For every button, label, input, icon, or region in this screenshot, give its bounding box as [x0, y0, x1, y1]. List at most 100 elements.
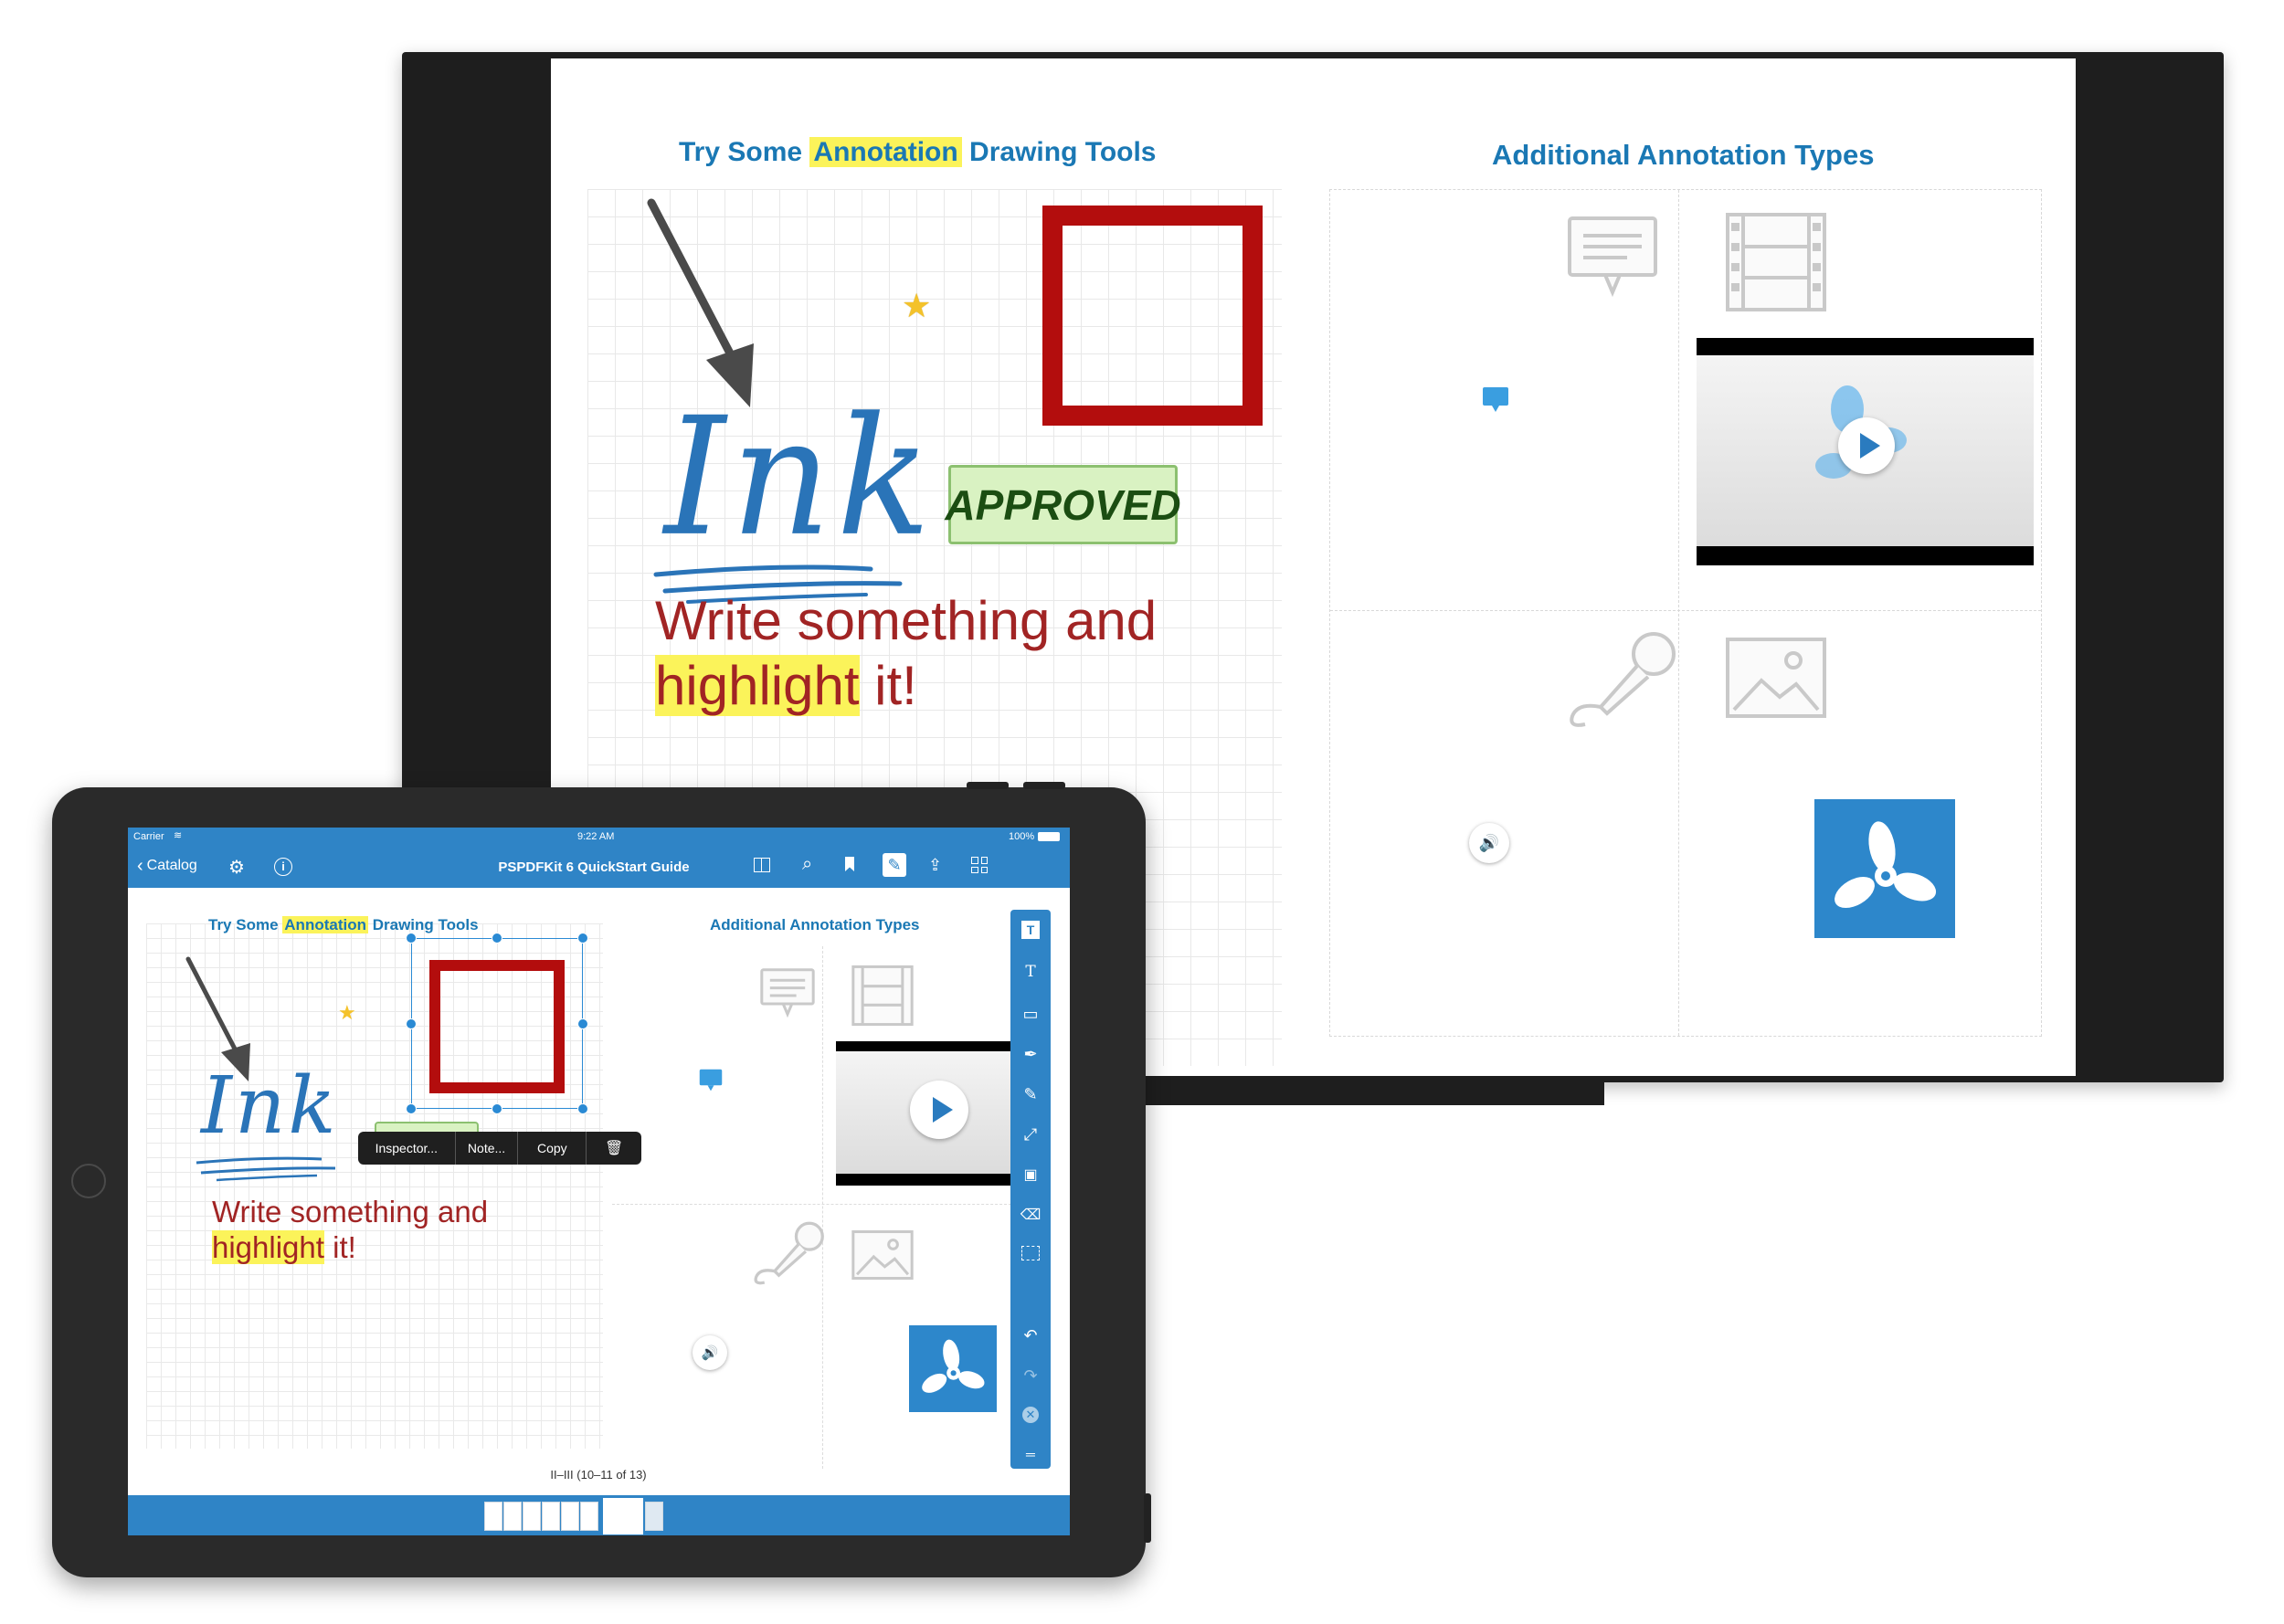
- document-title: PSPDFKit 6 QuickStart Guide: [498, 859, 690, 875]
- tablet-star-icon[interactable]: ★: [338, 1001, 356, 1025]
- tablet-film-icon: [851, 965, 914, 1027]
- annotation-mode-icon[interactable]: ✎: [883, 853, 906, 877]
- page-thumbnail[interactable]: [503, 1502, 522, 1531]
- freetext-annotation[interactable]: Write something and highlight it!: [655, 589, 1157, 719]
- tablet-title-pre: Try Some: [208, 916, 279, 933]
- image-tool-icon: ▣: [1023, 1167, 1038, 1183]
- battery-icon: [1038, 832, 1060, 841]
- video-annotation[interactable]: [1697, 338, 2034, 565]
- tablet-freetext-annotation[interactable]: Write something and highlight it!: [212, 1195, 488, 1266]
- resize-handle[interactable]: [406, 1018, 417, 1029]
- tablet-title-drawing-tools: Try Some Annotation Drawing Tools: [208, 916, 479, 934]
- resize-handle[interactable]: [492, 933, 502, 944]
- share-icon[interactable]: ⇪: [928, 856, 942, 875]
- sound-annotation[interactable]: 🔊: [1469, 823, 1509, 863]
- text-tool[interactable]: T: [1010, 963, 1051, 981]
- tablet-note-annotation-icon[interactable]: [698, 1068, 724, 1093]
- image-tool[interactable]: ▣: [1010, 1165, 1051, 1184]
- toolbar-drag-handle[interactable]: ═: [1010, 1447, 1051, 1461]
- note-annotation-icon[interactable]: [1481, 385, 1510, 415]
- back-button[interactable]: ‹ Catalog: [137, 856, 197, 876]
- line-tool[interactable]: ⤢: [1010, 1125, 1051, 1144]
- clock-label: 9:22 AM: [577, 831, 615, 842]
- page-thumbnail[interactable]: [484, 1502, 502, 1531]
- battery-label: 100%: [1009, 831, 1035, 842]
- tablet-write-rest: it!: [323, 1229, 356, 1264]
- square-annotation[interactable]: [1042, 206, 1263, 426]
- context-menu: Inspector... Note... Copy 🗑: [358, 1132, 641, 1165]
- write-line-1: Write something and: [655, 590, 1158, 651]
- carrier-label: Carrier: [133, 831, 164, 842]
- film-icon: [1726, 213, 1826, 311]
- trash-icon: 🗑: [604, 1141, 624, 1156]
- highlight-word: highlight: [655, 654, 860, 716]
- gear-icon[interactable]: ⚙: [228, 856, 245, 879]
- highlighter-tool[interactable]: ✎: [1010, 1085, 1051, 1104]
- tablet-volume-buttons: [967, 782, 1067, 789]
- line-icon: ⤢: [1023, 1125, 1038, 1144]
- tablet-speaker-icon: 🔊: [701, 1345, 719, 1361]
- pspdfkit-logo: [1814, 799, 1955, 938]
- close-toolbar-button[interactable]: ✕: [1010, 1407, 1051, 1423]
- page-thumbnail[interactable]: [645, 1502, 663, 1531]
- resize-handle[interactable]: [577, 1018, 588, 1029]
- play-icon: [1860, 433, 1880, 459]
- page-thumbnail[interactable]: [523, 1502, 541, 1531]
- delete-menu-item[interactable]: 🗑: [587, 1132, 641, 1165]
- write-line-2: highlight it!: [655, 654, 1157, 719]
- resize-handle[interactable]: [406, 933, 417, 944]
- undo-button[interactable]: ↶: [1010, 1326, 1051, 1345]
- section-title-drawing-tools: Try Some Annotation Drawing Tools: [679, 137, 1157, 168]
- tablet-pspdfkit-logo: [909, 1325, 997, 1412]
- resize-handle[interactable]: [406, 1103, 417, 1114]
- eraser-icon: ⌫: [1020, 1207, 1042, 1223]
- annotation-toolbar: T T ▭ ✒ ✎ ⤢ ▣ ⌫ ↶ ↷ ✕ ═: [1010, 910, 1051, 1469]
- chevron-left-icon: ‹: [137, 856, 143, 876]
- page-thumbnail[interactable]: [580, 1502, 598, 1531]
- approved-stamp[interactable]: APPROVED: [945, 465, 1181, 544]
- tablet-square-annotation[interactable]: [429, 960, 565, 1093]
- wifi-icon: ≋: [174, 830, 183, 841]
- eraser-tool[interactable]: ⌫: [1010, 1206, 1051, 1224]
- page-thumbnail-current[interactable]: [603, 1498, 643, 1534]
- resize-handle[interactable]: [577, 1103, 588, 1114]
- search-icon[interactable]: ⌕: [802, 854, 812, 875]
- info-icon[interactable]: i: [274, 858, 292, 876]
- bookmark-icon[interactable]: [845, 857, 854, 871]
- tablet-title-post: Drawing Tools: [372, 916, 479, 933]
- ink-text: Ink: [664, 383, 936, 573]
- copy-menu-item[interactable]: Copy: [518, 1132, 587, 1165]
- view-mode-icon[interactable]: [754, 858, 770, 872]
- tablet-ink-text: Ink: [201, 1060, 339, 1152]
- thumbnails-grid-icon[interactable]: [971, 857, 988, 873]
- selection-tool[interactable]: [1010, 1246, 1051, 1260]
- text-icon: T: [1025, 963, 1036, 981]
- title-pre: Try Some: [679, 137, 803, 167]
- tablet-screen: Carrier ≋ 9:22 AM 100% ‹ Catalog ⚙ i PSP…: [128, 828, 1070, 1535]
- inspector-menu-item[interactable]: Inspector...: [358, 1132, 456, 1165]
- note-tool[interactable]: ▭: [1010, 1005, 1051, 1024]
- status-bar: Carrier ≋ 9:22 AM 100%: [128, 828, 1070, 846]
- tablet-comment-icon: [760, 968, 815, 1018]
- tablet-sound-annotation[interactable]: 🔊: [693, 1335, 727, 1370]
- section-title-additional-types: Additional Annotation Types: [1492, 139, 1875, 171]
- freetext-tool[interactable]: T: [1010, 921, 1051, 939]
- tablet-title-additional: Additional Annotation Types: [710, 916, 920, 933]
- pen-icon: ✒: [1023, 1045, 1038, 1063]
- tablet-title-highlight: Annotation: [282, 916, 368, 933]
- note-icon: ▭: [1022, 1005, 1039, 1023]
- resize-handle[interactable]: [577, 933, 588, 944]
- note-menu-item[interactable]: Note...: [456, 1132, 519, 1165]
- home-button[interactable]: [71, 1164, 106, 1198]
- star-icon[interactable]: ★: [902, 287, 931, 325]
- tablet-write-line-1: Write something and: [212, 1195, 489, 1229]
- tablet-microphone-icon: [754, 1221, 824, 1285]
- page-thumbnail[interactable]: [561, 1502, 579, 1531]
- ink-tool[interactable]: ✒: [1010, 1045, 1051, 1064]
- play-button[interactable]: [1838, 417, 1895, 474]
- tablet-play-button[interactable]: [910, 1081, 968, 1139]
- redo-button[interactable]: ↷: [1010, 1366, 1051, 1386]
- resize-handle[interactable]: [492, 1103, 502, 1114]
- tablet-ink-annotation[interactable]: Ink: [194, 1060, 340, 1188]
- page-thumbnail[interactable]: [542, 1502, 560, 1531]
